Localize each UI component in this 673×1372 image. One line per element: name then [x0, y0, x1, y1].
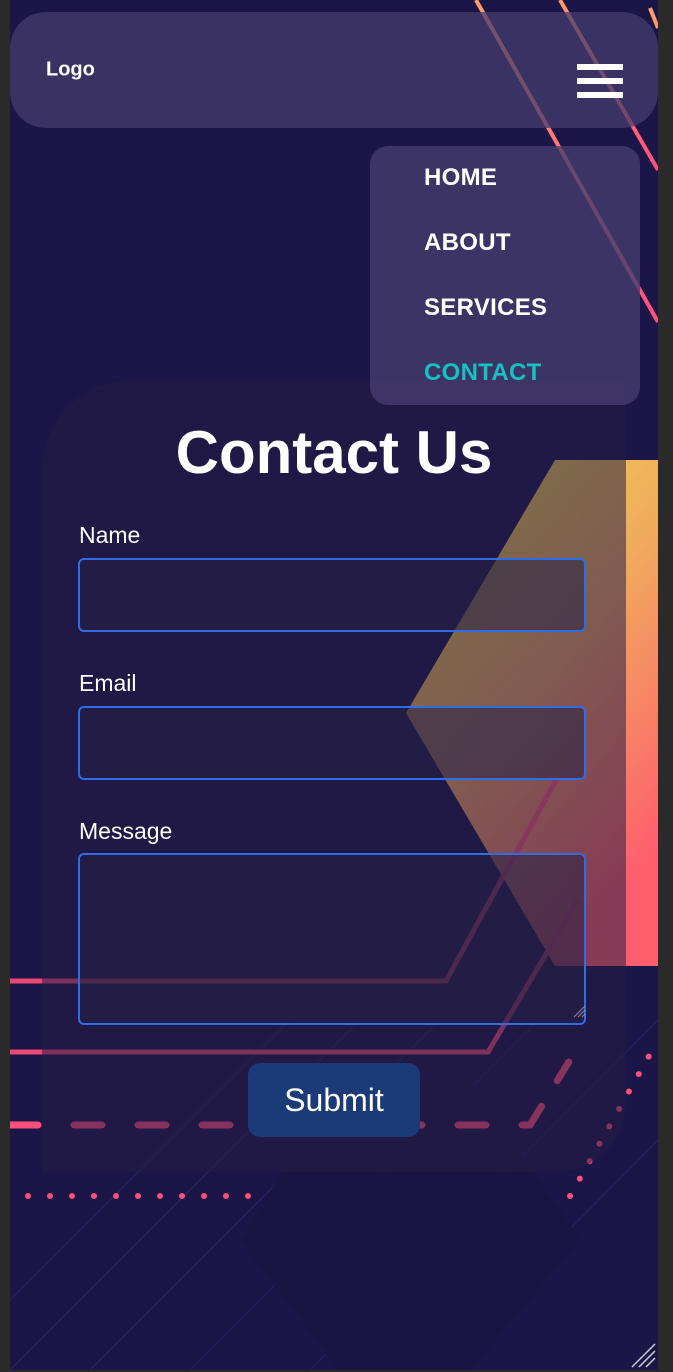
menu-item-about[interactable]: ABOUT [424, 229, 511, 257]
email-input[interactable] [78, 706, 586, 780]
window-resize-icon[interactable] [630, 1342, 656, 1368]
menu-item-services[interactable]: SERVICES [424, 294, 547, 322]
submit-button[interactable]: Submit [248, 1063, 420, 1137]
name-input[interactable] [78, 558, 586, 632]
email-label: Email [79, 670, 137, 696]
dropdown-menu: HOME ABOUT SERVICES CONTACT [370, 146, 640, 405]
name-label: Name [79, 522, 141, 548]
message-label: Message [79, 818, 173, 844]
menu-item-home[interactable]: HOME [424, 164, 497, 192]
menu-item-contact[interactable]: CONTACT [424, 359, 542, 387]
page-viewport: Logo HOME ABOUT SERVICES CONTACT Contact… [10, 0, 658, 1370]
logo[interactable]: Logo [46, 59, 95, 82]
hamburger-menu-icon[interactable] [577, 64, 623, 98]
resize-grip-icon[interactable] [572, 1004, 586, 1018]
diagonal-line [648, 7, 658, 29]
page-title: Contact Us [175, 419, 493, 486]
message-textarea[interactable] [78, 853, 586, 1025]
navbar: Logo [10, 12, 658, 128]
